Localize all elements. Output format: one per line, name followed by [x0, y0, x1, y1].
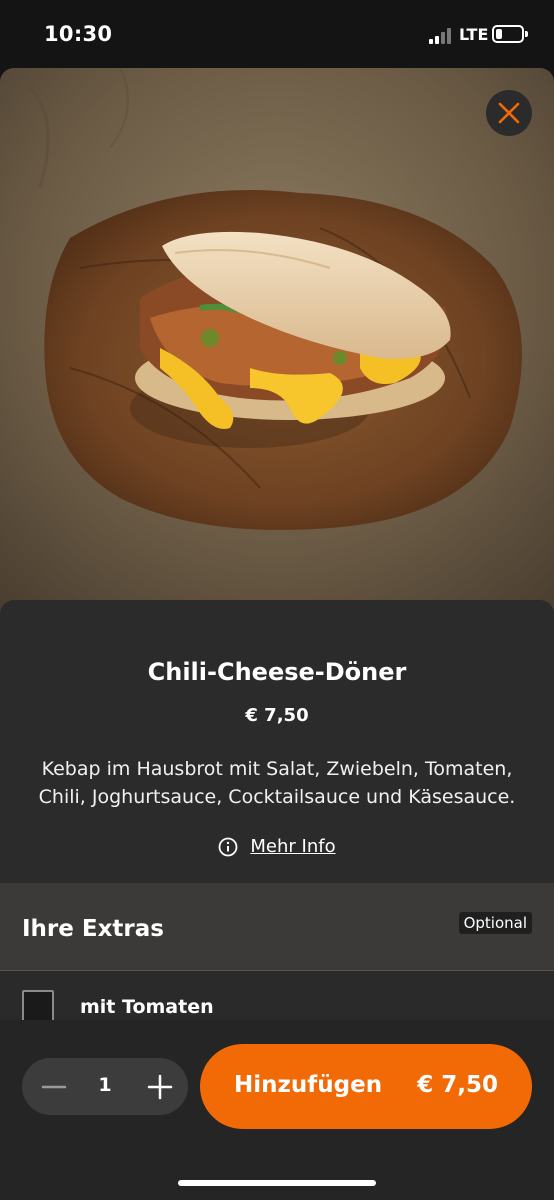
product-image: [0, 68, 554, 628]
quantity-stepper: 1: [22, 1058, 188, 1115]
close-button[interactable]: [486, 90, 532, 136]
extras-title: Ihre Extras: [22, 916, 164, 942]
add-button-price: € 7,50: [417, 1072, 498, 1098]
info-icon: [218, 837, 238, 856]
optional-badge: Optional: [458, 912, 532, 934]
add-to-cart-button[interactable]: Hinzufügen € 7,50: [200, 1044, 532, 1129]
status-bar: 10:30 LTE: [0, 0, 554, 68]
product-title: Chili-Cheese-Döner: [147, 658, 407, 686]
product-price: € 7,50: [245, 705, 309, 726]
extra-label: mit Tomaten: [80, 996, 214, 1018]
add-button-label: Hinzufügen: [234, 1072, 383, 1098]
minus-icon: [41, 1085, 66, 1088]
network-type: LTE: [459, 25, 489, 44]
battery-level: [496, 29, 502, 39]
more-info-label[interactable]: Mehr Info: [250, 836, 335, 857]
home-indicator[interactable]: [178, 1180, 376, 1186]
extra-checkbox[interactable]: [22, 990, 54, 1022]
more-info-link[interactable]: Mehr Info: [0, 836, 554, 857]
signal-bars-icon: [429, 28, 453, 44]
extras-header: Ihre Extras Optional: [0, 883, 554, 971]
product-info-card: Chili-Cheese-Döner € 7,50 Kebap im Hausb…: [0, 600, 554, 883]
decrease-quantity-button[interactable]: [25, 1058, 82, 1115]
close-icon: [498, 102, 520, 124]
product-description: Kebap im Hausbrot mit Salat, Zwiebeln, T…: [38, 758, 516, 808]
increase-quantity-button[interactable]: [131, 1058, 188, 1115]
battery-icon: [492, 25, 528, 43]
plus-icon: [147, 1074, 172, 1099]
quantity-value: 1: [98, 1074, 112, 1096]
status-time: 10:30: [44, 22, 113, 46]
order-bar: 1 Hinzufügen € 7,50: [0, 1020, 554, 1200]
